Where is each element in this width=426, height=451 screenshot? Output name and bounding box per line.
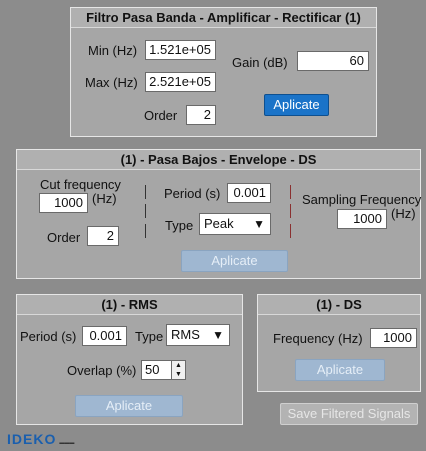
min-label: Min (Hz)	[88, 43, 138, 58]
separator	[145, 204, 146, 218]
lowpass-period-label: Period (s)	[164, 186, 221, 201]
overlap-value: 50	[145, 362, 160, 377]
lowpass-type-label: Type	[165, 218, 194, 233]
separator	[290, 185, 291, 199]
bandpass-apply-button[interactable]: Aplicate	[264, 94, 329, 116]
lowpass-order-input[interactable]: 2	[87, 226, 119, 246]
overlap-label: Overlap (%)	[67, 363, 137, 378]
rms-panel-title: (1) - RMS	[17, 295, 242, 315]
lowpass-panel: (1) - Pasa Bajos - Envelope - DS Cut fre…	[16, 149, 421, 279]
bandpass-panel-title: Filtro Pasa Banda - Amplificar - Rectifi…	[71, 8, 376, 28]
logo-subtext: ▬▬▬	[59, 440, 75, 446]
max-label: Max (Hz)	[85, 75, 138, 90]
cut-frequency-label: Cut frequency	[40, 177, 121, 192]
lowpass-panel-title: (1) - Pasa Bajos - Envelope - DS	[17, 150, 420, 170]
lowpass-type-select[interactable]: Peak ▼	[199, 213, 271, 235]
chevron-down-icon: ▼	[253, 217, 265, 231]
logo-text: IDEKO	[7, 431, 57, 447]
sampling-frequency-unit: (Hz)	[391, 206, 416, 221]
gain-label: Gain (dB)	[232, 55, 288, 70]
rms-period-input[interactable]: 0.001	[82, 326, 127, 346]
rms-type-value: RMS	[171, 327, 200, 342]
lowpass-period-input[interactable]: 0.001	[227, 183, 271, 203]
sampling-frequency-input[interactable]: 1000	[337, 209, 387, 229]
ds-panel: (1) - DS Frequency (Hz) 1000 Aplicate	[257, 294, 421, 392]
rms-type-select[interactable]: RMS ▼	[166, 324, 230, 346]
overlap-spinbox[interactable]: 50 ▲ ▼	[141, 360, 186, 380]
max-input[interactable]: 2.521e+05	[145, 72, 216, 92]
ds-frequency-label: Frequency (Hz)	[273, 331, 363, 346]
spin-arrows-icon[interactable]: ▲ ▼	[171, 361, 185, 379]
sampling-frequency-label: Sampling Frequency	[302, 192, 422, 207]
ds-panel-title: (1) - DS	[258, 295, 420, 315]
save-filtered-signals-button[interactable]: Save Filtered Signals	[280, 403, 418, 425]
ds-apply-button[interactable]: Aplicate	[295, 359, 385, 381]
separator	[290, 224, 291, 238]
ds-frequency-input[interactable]: 1000	[370, 328, 417, 348]
chevron-down-icon: ▼	[212, 328, 224, 342]
rms-period-label: Period (s)	[20, 329, 77, 344]
min-input[interactable]: 1.521e+05	[145, 40, 216, 60]
cut-frequency-input[interactable]: 1000	[39, 193, 88, 213]
separator	[290, 204, 291, 218]
ideko-logo: IDEKO ▬▬▬	[7, 431, 74, 447]
cut-frequency-unit: (Hz)	[92, 191, 117, 206]
lowpass-type-value: Peak	[204, 216, 234, 231]
bandpass-panel: Filtro Pasa Banda - Amplificar - Rectifi…	[70, 7, 377, 137]
lowpass-apply-button[interactable]: Aplicate	[181, 250, 288, 272]
rms-apply-button[interactable]: Aplicate	[75, 395, 183, 417]
lowpass-order-label: Order	[47, 230, 81, 245]
rms-type-label: Type	[135, 329, 164, 344]
separator	[145, 185, 146, 199]
gain-input[interactable]: 60	[297, 51, 369, 71]
rms-panel: (1) - RMS Period (s) 0.001 Type RMS ▼ Ov…	[16, 294, 243, 425]
order-label: Order	[144, 108, 178, 123]
order-input[interactable]: 2	[186, 105, 216, 125]
separator	[145, 224, 146, 238]
